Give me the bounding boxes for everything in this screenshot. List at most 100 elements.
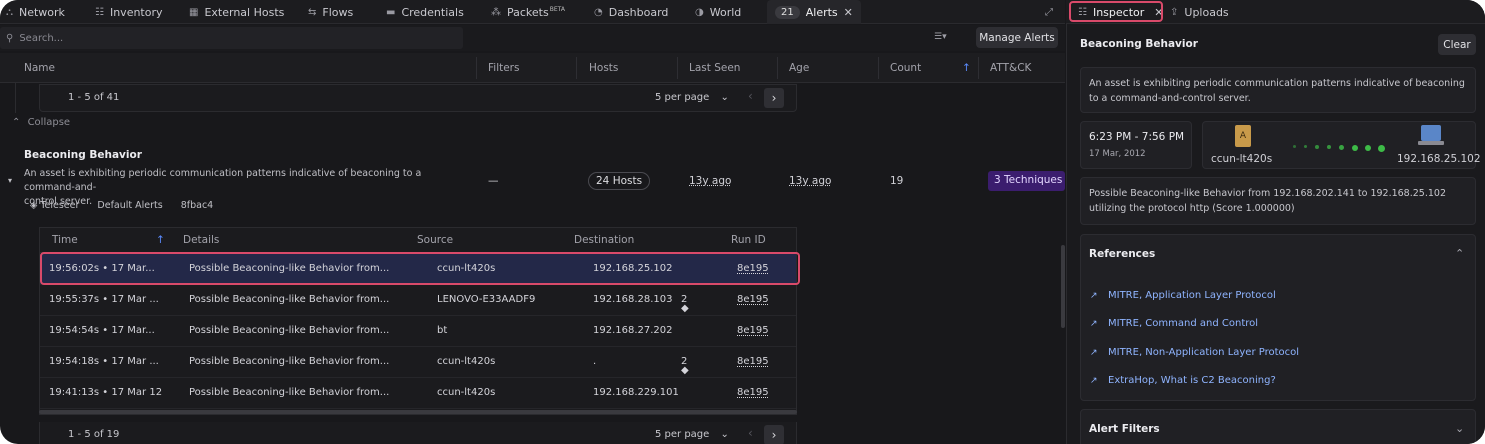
table-row[interactable]: 19:41:13s • 17 Mar 12 Possible Beaconing-… [40,378,796,409]
tag-icon: ◆ [681,365,689,376]
chevron-up-icon: ⌃ [12,117,21,128]
beacon-dot [1352,145,1358,151]
row-source: ccun-lt420s [437,387,496,398]
destination-host[interactable]: 192.168.25.102 [1397,153,1481,165]
row-details: Possible Beaconing-like Behavior from... [189,356,390,367]
table-row[interactable]: 19:54:18s • 17 Mar ... Possible Beaconing… [40,347,796,378]
column-count[interactable]: Count [890,62,921,74]
alerts-count-badge: 21 [775,5,800,19]
tab-label: Dashboard [608,5,669,19]
table-row[interactable]: 19:54:54s • 17 Mar... Possible Beaconing-… [40,316,796,347]
tab-alerts[interactable]: 21 Alerts ✕ [767,0,861,24]
chevron-up-icon[interactable]: ⌃ [1455,247,1464,260]
expand-chevron-icon[interactable]: ▾ [8,176,12,185]
tab-uploads[interactable]: ⇪ Uploads [1170,0,1229,24]
credentials-icon: ▬ [386,6,396,18]
row-run-id[interactable]: 8e195 [737,294,769,305]
tab-packets[interactable]: ⁂ PacketsBETA [491,0,565,24]
packets-icon: ⁂ [491,6,501,18]
tab-bar: ⛬ Network ☷ Inventory ▦ External Hosts ⇆… [0,0,1065,24]
tab-world[interactable]: ◑ World [695,0,741,24]
prev-page-button[interactable]: ‹ [748,426,753,440]
table-row[interactable]: 19:55:37s • 17 Mar ... Possible Beaconing… [40,285,796,316]
reference-link[interactable]: MITRE, Application Layer Protocol [1108,290,1276,301]
alert-title[interactable]: Beaconing Behavior [24,149,142,161]
reference-link[interactable]: ExtraHop, What is C2 Beaconing? [1108,375,1276,386]
alert-filters-card[interactable]: Alert Filters ⌄ [1080,409,1476,444]
tab-network[interactable]: ⛬ Network [6,0,65,24]
pager-range: 1 - 5 of 41 [68,92,120,103]
column-run-id[interactable]: Run ID [731,234,766,246]
tag-count-badge: ◆ 2 [681,294,689,314]
vertical-scrollbar[interactable] [1061,245,1065,328]
upload-icon: ⇪ [1170,6,1179,18]
sort-ascending-icon[interactable]: ↑ [156,234,165,246]
tab-dashboard[interactable]: ◔ Dashboard [594,0,668,24]
time-range: 6:23 PM - 7:56 PM [1089,131,1185,143]
column-name[interactable]: Name [24,62,55,74]
beacon-dot [1365,145,1371,151]
filter-menu-icon[interactable]: ☰▾ [934,32,947,42]
beacon-dot [1327,145,1331,149]
destination-computer-icon [1421,125,1441,141]
row-source: ccun-lt420s [437,356,496,367]
tab-credentials[interactable]: ▬ Credentials [386,0,464,24]
external-hosts-icon: ▦ [189,6,199,18]
chevron-down-icon[interactable]: ⌄ [1455,422,1464,435]
column-details[interactable]: Details [183,234,219,246]
tab-external-hosts[interactable]: ▦ External Hosts [189,0,284,24]
next-page-button[interactable]: › [764,88,784,108]
count-value: 19 [890,175,904,187]
column-filters[interactable]: Filters [488,62,519,74]
reference-link[interactable]: MITRE, Command and Control [1108,318,1258,329]
row-time: 19:54:54s • 17 Mar... [49,325,155,336]
time-card: 6:23 PM - 7:56 PM 17 Mar, 2012 [1080,121,1192,169]
description-card: An asset is exhibiting periodic communic… [1080,67,1476,113]
pager-bottom: 1 - 5 of 19 5 per page ⌄ ‹ › [39,422,797,444]
column-last-seen[interactable]: Last Seen [689,62,740,74]
source-host[interactable]: ccun-lt420s [1211,153,1272,165]
per-page-select[interactable]: 5 per page ⌄ [655,429,729,440]
tab-inventory[interactable]: ☷ Inventory [95,0,163,24]
column-destination[interactable]: Destination [574,234,634,246]
column-hosts[interactable]: Hosts [589,62,618,74]
close-icon[interactable]: ✕ [844,6,853,19]
app-window: ⛬ Network ☷ Inventory ▦ External Hosts ⇆… [0,0,1485,444]
column-age[interactable]: Age [789,62,809,74]
column-time[interactable]: Time [52,234,78,246]
reference-link[interactable]: MITRE, Non-Application Layer Protocol [1108,347,1299,358]
sort-ascending-icon[interactable]: ↑ [962,62,971,74]
row-run-id[interactable]: 8e195 [737,387,769,398]
tab-flows[interactable]: ⇆ Flows [308,0,353,24]
collapse-toggle[interactable]: ⌃ Collapse [12,117,70,128]
clear-button[interactable]: Clear [1438,34,1476,55]
row-time: 19:54:18s • 17 Mar ... [49,356,159,367]
manage-alerts-button[interactable]: Manage Alerts [976,27,1058,48]
prev-page-button[interactable]: ‹ [748,89,753,103]
time-date: 17 Mar, 2012 [1089,149,1146,159]
next-page-button[interactable]: › [764,425,784,444]
search-icon: ⚲ [6,32,14,44]
alert-filters-title: Alert Filters [1089,423,1160,435]
network-icon: ⛬ [6,6,13,18]
row-run-id[interactable]: 8e195 [737,325,769,336]
beacon-dot [1304,145,1307,148]
inventory-icon: ☷ [95,6,104,18]
techniques-badge[interactable]: 3 Techniques [988,171,1065,191]
hosts-pill[interactable]: 24 Hosts [588,172,651,190]
expand-icon[interactable]: ⤢ [1045,0,1053,24]
row-run-id[interactable]: 8e195 [737,356,769,367]
tab-label: Inventory [109,5,163,19]
column-source[interactable]: Source [417,234,453,246]
horizontal-scrollbar[interactable] [39,410,797,414]
alerts-table-header: Name Filters Hosts Last Seen Age Count ↑… [0,53,1065,83]
tag-count-badge: ◆ 2 [681,356,689,376]
search-placeholder: Search... [19,32,64,44]
per-page-select[interactable]: 5 per page ⌄ [655,92,729,103]
column-attck[interactable]: ATT&CK [990,62,1031,74]
external-link-icon: ↗ [1090,319,1098,329]
row-source: LENOVO-E33AADF9 [437,294,536,305]
search-input[interactable]: ⚲ Search... [0,27,463,49]
tag-icon: ◆ [681,303,689,314]
alert-filters-value: — [488,175,499,187]
